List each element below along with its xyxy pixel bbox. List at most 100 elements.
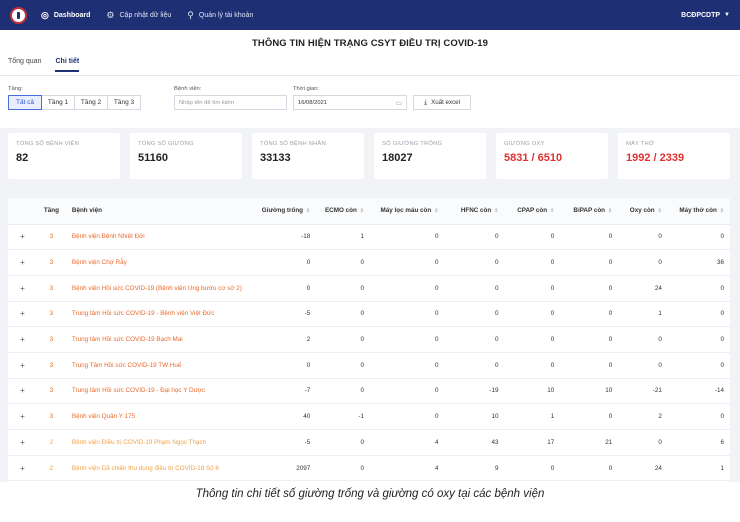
hospital-name-link[interactable]: Bệnh viện Chợ Rẫy bbox=[65, 249, 253, 276]
table-row[interactable]: +3 Bệnh viện Hồi sức COVID-19 (Bệnh viện … bbox=[8, 275, 730, 302]
column-header[interactable]: BiPAP còn ⇕ bbox=[560, 198, 619, 225]
sort-icon[interactable]: ⇕ bbox=[658, 208, 662, 214]
sort-icon[interactable]: ⇕ bbox=[360, 208, 364, 214]
column-header[interactable]: HFNC còn ⇕ bbox=[444, 198, 505, 225]
table-cell: 0 bbox=[560, 249, 619, 276]
download-icon: ⤓ bbox=[423, 98, 428, 106]
filter-bar: Tầng: Tất cả Tầng 1 Tầng 2 Tầng 3 Bệnh v… bbox=[0, 76, 740, 128]
table-cell: 0 bbox=[316, 429, 370, 456]
hospital-filter-label: Bệnh viện: bbox=[174, 86, 202, 92]
table-cell: 0 bbox=[444, 352, 505, 379]
table-row[interactable]: +3 Bệnh viện Bệnh Nhiệt Đới -18 1 0 0 0 0 0 0 bbox=[8, 224, 730, 251]
hospital-name-link[interactable]: Bệnh viện Điều trị COVID-19 Phạm Ngọc Th… bbox=[65, 429, 253, 456]
table-row[interactable]: +2 Bệnh viện Điều trị COVID-19 Phạm Ngọc … bbox=[8, 429, 730, 456]
stat-cards: Tổng số bệnh viện 82 Tổng số giường 5116… bbox=[8, 133, 730, 179]
calendar-icon: ▭ bbox=[395, 99, 402, 107]
table-row[interactable]: +3 Trung tâm Hồi sức COVID-19 - Bệnh viện… bbox=[8, 301, 730, 328]
table-cell: 0 bbox=[504, 326, 561, 353]
expand-row-icon[interactable]: + bbox=[8, 352, 37, 379]
floor-filter-group: Tất cả Tầng 1 Tầng 2 Tầng 3 bbox=[8, 95, 141, 110]
column-header[interactable]: Oxy còn ⇕ bbox=[618, 198, 668, 225]
table-cell: 0 bbox=[618, 429, 668, 456]
nav-account-label: Quản lý tài khoản bbox=[198, 11, 254, 19]
expand-row-icon[interactable]: + bbox=[8, 249, 37, 276]
top-navbar: ◎ Dashboard ⚙ Cập nhật dữ liệu ⚲ Quản lý… bbox=[0, 0, 740, 30]
tab-overview[interactable]: Tổng quan bbox=[8, 58, 41, 72]
table-row[interactable]: +3 Trung tâm Hồi sức COVID-19 - Đại học Y… bbox=[8, 378, 730, 405]
expand-row-icon[interactable]: + bbox=[8, 403, 37, 430]
column-header-label: Giường trống bbox=[261, 207, 304, 215]
table-cell: 24 bbox=[618, 275, 668, 302]
table-row[interactable]: +3 Trung tâm Hồi sức COVID-19 Bạch Mai 2 0 0… bbox=[8, 326, 730, 353]
table-body: +3 Bệnh viện Bệnh Nhiệt Đới -18 1 0 0 0 0 0 0 +3 Bệ… bbox=[8, 224, 730, 482]
column-header[interactable]: CPAP còn ⇕ bbox=[504, 198, 561, 225]
user-menu[interactable]: BCĐPCDTP ▼ bbox=[681, 12, 730, 19]
stat-card-beds: Tổng số giường 51160 bbox=[130, 133, 242, 179]
column-header-label: Oxy còn bbox=[629, 207, 655, 215]
table-cell: 3 bbox=[36, 275, 66, 302]
hospital-name-link[interactable]: Bệnh viện Bệnh Nhiệt Đới bbox=[65, 224, 253, 251]
floor-3-button[interactable]: Tầng 3 bbox=[107, 95, 141, 110]
expand-row-icon[interactable]: + bbox=[8, 378, 37, 405]
expand-row-icon[interactable]: + bbox=[8, 455, 37, 482]
table-cell: 0 bbox=[316, 326, 370, 353]
expand-row-icon[interactable]: + bbox=[8, 429, 37, 456]
table-cell: 3 bbox=[36, 301, 66, 328]
column-header[interactable]: Giường trống ⇕ bbox=[252, 198, 317, 225]
expand-row-icon[interactable]: + bbox=[8, 326, 37, 353]
table-cell: 0 bbox=[560, 224, 619, 251]
sort-icon[interactable]: ⇕ bbox=[494, 208, 498, 214]
floor-2-button[interactable]: Tầng 2 bbox=[74, 95, 108, 110]
stat-card-hospitals: Tổng số bệnh viện 82 bbox=[8, 133, 120, 179]
hospital-name-link[interactable]: Trung tâm Hồi sức COVID-19 - Bệnh viện V… bbox=[65, 301, 253, 328]
table-row[interactable]: +3 Bệnh viện Quân Y 175 40 -1 0 10 1 0 2 0 bbox=[8, 403, 730, 430]
table-cell: -18 bbox=[252, 224, 317, 251]
column-header[interactable]: Máy thở còn ⇕ bbox=[667, 198, 730, 225]
sort-icon[interactable]: ⇕ bbox=[608, 208, 612, 214]
sort-icon[interactable]: ⇕ bbox=[720, 208, 724, 214]
floor-1-button[interactable]: Tầng 1 bbox=[41, 95, 75, 110]
hospital-name-link[interactable]: Trung tâm Hồi sức COVID-19 - Đại học Y D… bbox=[65, 378, 253, 405]
sort-icon[interactable]: ⇕ bbox=[434, 208, 438, 214]
table-cell: 0 bbox=[504, 275, 561, 302]
hospital-name-link[interactable]: Trung tâm Hồi sức COVID-19 Bạch Mai bbox=[65, 326, 253, 353]
floor-all-button[interactable]: Tất cả bbox=[8, 95, 42, 110]
nav-account-management[interactable]: ⚲ Quản lý tài khoản bbox=[187, 10, 254, 20]
hospital-name-link[interactable]: Trung Tâm Hồi sức COVID-19 TW Huế bbox=[65, 352, 253, 379]
column-header-label: Bệnh viện bbox=[71, 207, 102, 215]
stat-card-label: Máy thở bbox=[626, 141, 655, 147]
column-header[interactable]: Máy lọc máu còn ⇕ bbox=[370, 198, 445, 225]
nav-dashboard[interactable]: ◎ Dashboard bbox=[41, 10, 90, 20]
table-row[interactable]: +3 Bệnh viện Chợ Rẫy 0 0 0 0 0 0 0 36 bbox=[8, 249, 730, 276]
tab-detail[interactable]: Chi tiết bbox=[55, 58, 80, 72]
table-cell: 10 bbox=[504, 378, 561, 405]
table-cell: 21 bbox=[560, 429, 619, 456]
date-value: 16/08/2021 bbox=[298, 99, 328, 106]
sort-icon[interactable]: ⇕ bbox=[550, 208, 554, 214]
table-cell: 0 bbox=[504, 352, 561, 379]
nav-update-data[interactable]: ⚙ Cập nhật dữ liệu bbox=[106, 10, 171, 20]
expand-row-icon[interactable]: + bbox=[8, 275, 37, 302]
expand-row-icon[interactable]: + bbox=[8, 224, 37, 251]
table-cell: 0 bbox=[560, 301, 619, 328]
hospital-name-link[interactable]: Bệnh viện Dã chiến thu dung điều trị COV… bbox=[65, 455, 253, 482]
table-cell: 0 bbox=[504, 224, 561, 251]
hospital-name-link[interactable]: Bệnh viện Quân Y 175 bbox=[65, 403, 253, 430]
export-excel-button[interactable]: ⤓ Xuất excel bbox=[413, 95, 471, 110]
hospital-search-input[interactable]: Nhập tên để tìm kiếm bbox=[174, 95, 287, 110]
table-header-row: Tầng Bệnh viện Giường trống ⇕ ECMO còn ⇕ Máy l… bbox=[8, 198, 730, 225]
table-row[interactable]: +3 Trung Tâm Hồi sức COVID-19 TW Huế 0 0 0 0 0… bbox=[8, 352, 730, 379]
column-header[interactable]: ECMO còn ⇕ bbox=[316, 198, 370, 225]
table-cell: 3 bbox=[36, 403, 66, 430]
sort-icon[interactable]: ⇕ bbox=[306, 208, 310, 214]
table-row[interactable]: +2 Bệnh viện Dã chiến thu dung điều trị C… bbox=[8, 455, 730, 482]
expand-row-icon[interactable]: + bbox=[8, 301, 37, 328]
column-header: Bệnh viện bbox=[65, 198, 253, 225]
stat-card-label: Tổng số bệnh viện bbox=[16, 141, 79, 147]
table-cell: 0 bbox=[370, 326, 445, 353]
stat-card-value: 1992 / 2339 bbox=[626, 152, 685, 164]
date-picker-input[interactable]: 16/08/2021 ▭ bbox=[293, 95, 407, 110]
hospital-name-link[interactable]: Bệnh viện Hồi sức COVID-19 (Bệnh viện Un… bbox=[65, 275, 253, 302]
ministry-logo-icon[interactable] bbox=[10, 6, 27, 24]
table-cell: 0 bbox=[316, 301, 370, 328]
